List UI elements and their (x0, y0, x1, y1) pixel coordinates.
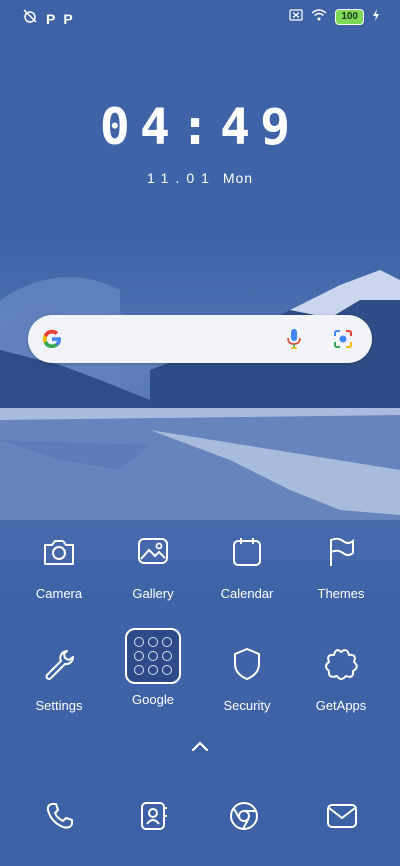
app-settings[interactable]: Settings (14, 640, 104, 713)
app-label: Camera (35, 586, 83, 601)
contacts-icon[interactable] (130, 792, 178, 840)
camera-icon (35, 528, 83, 576)
app-label: Themes (317, 586, 365, 601)
phone-icon[interactable] (36, 792, 84, 840)
app-camera[interactable]: Camera (14, 528, 104, 601)
app-label: Calendar (220, 586, 274, 601)
app-calendar[interactable]: Calendar (202, 528, 292, 601)
browser-icon[interactable] (220, 792, 268, 840)
p-icon: P (46, 10, 56, 27)
p-icon: P (63, 10, 73, 27)
wrench-icon (35, 640, 83, 688)
no-sim-icon (289, 8, 303, 26)
date-value: 11.01 (146, 170, 216, 186)
app-google-folder[interactable]: Google (108, 628, 198, 707)
folder-icon (125, 628, 181, 684)
google-search-bar[interactable] (28, 315, 372, 363)
mic-icon[interactable] (285, 328, 303, 355)
alarm-off-icon (22, 8, 38, 29)
app-themes[interactable]: Themes (296, 528, 386, 601)
app-getapps[interactable]: GetApps (296, 640, 386, 713)
lens-icon[interactable] (332, 328, 354, 355)
flag-icon (317, 528, 365, 576)
weekday: Mon (222, 170, 254, 186)
app-gallery[interactable]: Gallery (108, 528, 198, 601)
app-label: Security (223, 698, 271, 713)
lock-clock-date: 11.01 Mon (0, 170, 400, 186)
app-label: Gallery (132, 586, 174, 601)
app-label: Settings (35, 698, 83, 713)
flower-icon (317, 640, 365, 688)
app-security[interactable]: Security (202, 640, 292, 713)
chevron-up-icon[interactable] (188, 736, 212, 761)
messages-icon[interactable] (318, 792, 366, 840)
calendar-icon (223, 528, 271, 576)
app-label: Google (132, 692, 174, 707)
google-g-icon[interactable] (40, 327, 64, 356)
charging-icon (372, 8, 380, 26)
lock-clock-time: 04:49 (99, 98, 301, 156)
battery-icon: 100 (335, 9, 364, 25)
app-label: GetApps (315, 698, 367, 713)
wifi-icon (311, 8, 327, 26)
gallery-icon (129, 528, 177, 576)
status-bar: P P 100 (0, 8, 400, 28)
shield-icon (223, 640, 271, 688)
